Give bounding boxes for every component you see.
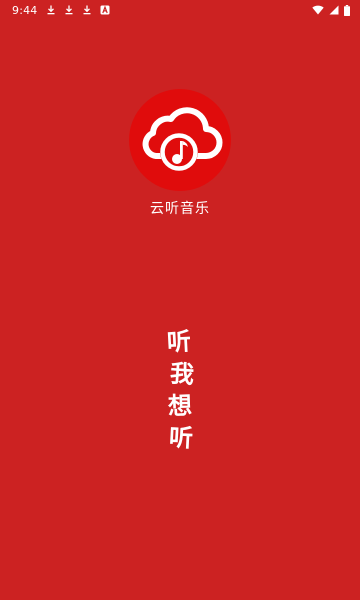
status-bar: 9:44 bbox=[0, 0, 360, 20]
download-icon bbox=[47, 5, 55, 15]
slogan-char: 听 bbox=[168, 422, 194, 453]
status-bar-left: 9:44 bbox=[12, 4, 110, 17]
slogan-char: 我 bbox=[169, 358, 196, 389]
cellular-signal-icon bbox=[329, 5, 339, 15]
slogan-char: 听 bbox=[166, 326, 192, 357]
a-icon bbox=[100, 5, 110, 15]
status-bar-right bbox=[312, 4, 350, 16]
cloud-music-note-icon bbox=[129, 89, 231, 191]
app-logo bbox=[129, 89, 231, 191]
download-icon bbox=[65, 5, 73, 15]
slogan-char: 想 bbox=[167, 390, 193, 421]
app-name: 云听音乐 bbox=[150, 201, 210, 217]
slogan: 听 我 想 听 bbox=[160, 326, 200, 454]
battery-icon bbox=[344, 4, 350, 16]
status-time: 9:44 bbox=[12, 3, 38, 17]
download-icon bbox=[83, 5, 91, 15]
wifi-icon bbox=[312, 5, 324, 15]
